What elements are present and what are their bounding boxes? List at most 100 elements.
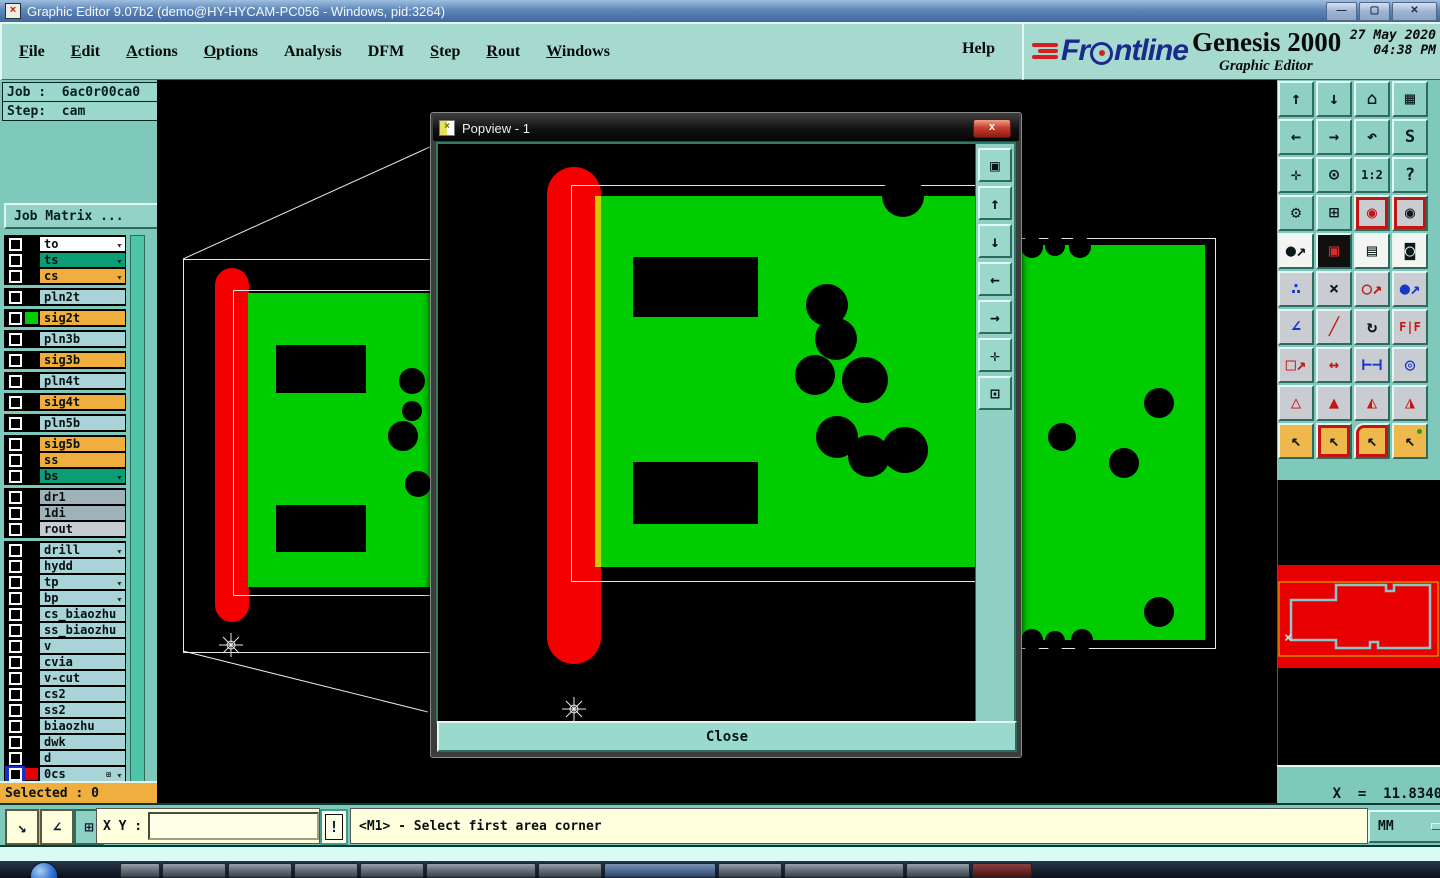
- layer-color-swatch[interactable]: [25, 688, 38, 700]
- layer-color-swatch[interactable]: [25, 576, 38, 588]
- previous-view-button[interactable]: ↶: [1354, 119, 1390, 155]
- layer-color-swatch[interactable]: [25, 454, 38, 466]
- layer-row-sig5b[interactable]: sig5b: [5, 436, 125, 452]
- taskbar-item[interactable]: [604, 863, 716, 878]
- layer-color-swatch[interactable]: [25, 704, 38, 716]
- highlight-net-b-button[interactable]: ◉: [1392, 195, 1428, 231]
- layer-name[interactable]: ts ➤: [40, 253, 125, 267]
- pan-left-button[interactable]: ←: [1278, 119, 1314, 155]
- layer-checkbox[interactable]: [8, 607, 22, 621]
- net-select-button[interactable]: ↖: [1392, 423, 1428, 459]
- layer-row-bp[interactable]: bp ➤: [5, 590, 125, 606]
- popview-window[interactable]: × Popview - 1 x ▣ ↑ ↓ ← → ✛ ⊡ Close: [430, 112, 1022, 758]
- layer-color-swatch[interactable]: [25, 720, 38, 732]
- layer-row-tp[interactable]: tp ➤: [5, 574, 125, 590]
- layer-color-swatch[interactable]: [25, 523, 38, 535]
- layer-color-swatch[interactable]: [25, 768, 38, 780]
- measure-angle-button[interactable]: ∠: [40, 809, 74, 845]
- surface-fill-button[interactable]: ▲: [1316, 385, 1352, 421]
- main-canvas[interactable]: × Popview - 1 x ▣ ↑ ↓ ← → ✛ ⊡ Close: [157, 80, 1277, 803]
- taskbar-item[interactable]: [718, 863, 782, 878]
- highlight-net-a-button[interactable]: ◉: [1354, 195, 1390, 231]
- layer-color-swatch[interactable]: [25, 238, 38, 250]
- xy-input[interactable]: [148, 812, 319, 840]
- layer-name[interactable]: 0cs ➤ ⊞: [40, 767, 125, 781]
- layer-checkbox[interactable]: [8, 469, 22, 483]
- layer-color-swatch[interactable]: [25, 624, 38, 636]
- taskbar-item[interactable]: [906, 863, 970, 878]
- layer-color-swatch[interactable]: [25, 544, 38, 556]
- layer-checkbox[interactable]: [8, 543, 22, 557]
- layer-checkbox[interactable]: [8, 623, 22, 637]
- mirror-button[interactable]: F|F: [1392, 309, 1428, 345]
- layer-checkbox[interactable]: [8, 453, 22, 467]
- taskbar-item[interactable]: [162, 863, 226, 878]
- layer-row-dr1[interactable]: dr1: [5, 489, 125, 505]
- layer-row-cs[interactable]: cs ➤: [5, 268, 125, 284]
- layer-checkbox[interactable]: [8, 735, 22, 749]
- layer-checkbox[interactable]: [8, 639, 22, 653]
- popview-detach-button[interactable]: ▣: [978, 148, 1012, 182]
- layer-row-pln5b[interactable]: pln5b: [5, 415, 125, 431]
- gap-measure-button[interactable]: ⊢⊣: [1354, 347, 1390, 383]
- layer-checkbox[interactable]: [8, 671, 22, 685]
- layer-color-swatch[interactable]: [25, 312, 38, 324]
- zoom-margins-out-button[interactable]: ✛: [1278, 157, 1314, 193]
- menu-windows[interactable]: Windows: [546, 43, 610, 61]
- pan-right-button[interactable]: →: [1316, 119, 1352, 155]
- layer-color-swatch[interactable]: [25, 291, 38, 303]
- layer-color-swatch[interactable]: [25, 656, 38, 668]
- layer-checkbox[interactable]: [8, 395, 22, 409]
- move-feature-button[interactable]: ●↗: [1278, 233, 1314, 269]
- layer-checkbox[interactable]: [8, 332, 22, 346]
- layer-color-swatch[interactable]: [25, 608, 38, 620]
- layer-row-ss[interactable]: ss: [5, 452, 125, 468]
- layer-color-swatch[interactable]: [25, 507, 38, 519]
- layer-row-1di[interactable]: 1di: [5, 505, 125, 521]
- home-view-button[interactable]: ⌂: [1354, 81, 1390, 117]
- popview-titlebar[interactable]: × Popview - 1 x: [433, 115, 1019, 141]
- layer-name[interactable]: hydd: [40, 559, 125, 573]
- layer-row-sig4t[interactable]: sig4t: [5, 394, 125, 410]
- layer-checkbox[interactable]: [8, 374, 22, 388]
- layer-color-swatch[interactable]: [25, 333, 38, 345]
- pointer-select-button[interactable]: ↖: [1278, 423, 1314, 459]
- layer-row-ss_biaozhu[interactable]: ss_biaozhu: [5, 622, 125, 638]
- select-pad-button[interactable]: ◙: [1392, 233, 1428, 269]
- layer-name[interactable]: 1di: [40, 506, 125, 520]
- layer-name[interactable]: to ➤: [40, 237, 125, 251]
- layer-checkbox[interactable]: [8, 506, 22, 520]
- layer-checkbox[interactable]: [8, 416, 22, 430]
- layer-row-sig2t[interactable]: sig2t: [5, 310, 125, 326]
- taskbar-item[interactable]: [228, 863, 292, 878]
- layer-checkbox[interactable]: [8, 767, 22, 781]
- layer-checkbox[interactable]: [8, 353, 22, 367]
- layer-name[interactable]: ss_biaozhu: [40, 623, 125, 637]
- layer-row-pln4t[interactable]: pln4t: [5, 373, 125, 389]
- layer-name[interactable]: pln2t: [40, 290, 125, 304]
- layer-name[interactable]: bs ➤: [40, 469, 125, 483]
- layer-color-swatch[interactable]: [25, 752, 38, 764]
- measure-ruler-button[interactable]: ▤: [1354, 233, 1390, 269]
- rotate-button[interactable]: ↻: [1354, 309, 1390, 345]
- layer-color-swatch[interactable]: [25, 736, 38, 748]
- layer-color-swatch[interactable]: [25, 592, 38, 604]
- popview-canvas[interactable]: [438, 144, 976, 722]
- copy-feature-button[interactable]: ▣: [1316, 233, 1352, 269]
- layer-row-v-cut[interactable]: v-cut: [5, 670, 125, 686]
- layer-row-sig3b[interactable]: sig3b: [5, 352, 125, 368]
- layer-checkbox[interactable]: [8, 269, 22, 283]
- units-dropdown[interactable]: MM: [1368, 810, 1440, 843]
- popview-zoom-in-button[interactable]: ↑: [978, 186, 1012, 220]
- menu-rout[interactable]: Rout: [486, 43, 520, 61]
- layer-name[interactable]: bp ➤: [40, 591, 125, 605]
- layer-row-pln3b[interactable]: pln3b: [5, 331, 125, 347]
- layer-name[interactable]: dr1: [40, 490, 125, 504]
- layer-checkbox[interactable]: [8, 290, 22, 304]
- layer-color-swatch[interactable]: [25, 438, 38, 450]
- menu-dfm[interactable]: DFM: [368, 43, 404, 61]
- layer-checkbox[interactable]: [8, 437, 22, 451]
- layer-checkbox[interactable]: [8, 559, 22, 573]
- layer-checkbox[interactable]: [8, 311, 22, 325]
- taskbar-item[interactable]: [784, 863, 904, 878]
